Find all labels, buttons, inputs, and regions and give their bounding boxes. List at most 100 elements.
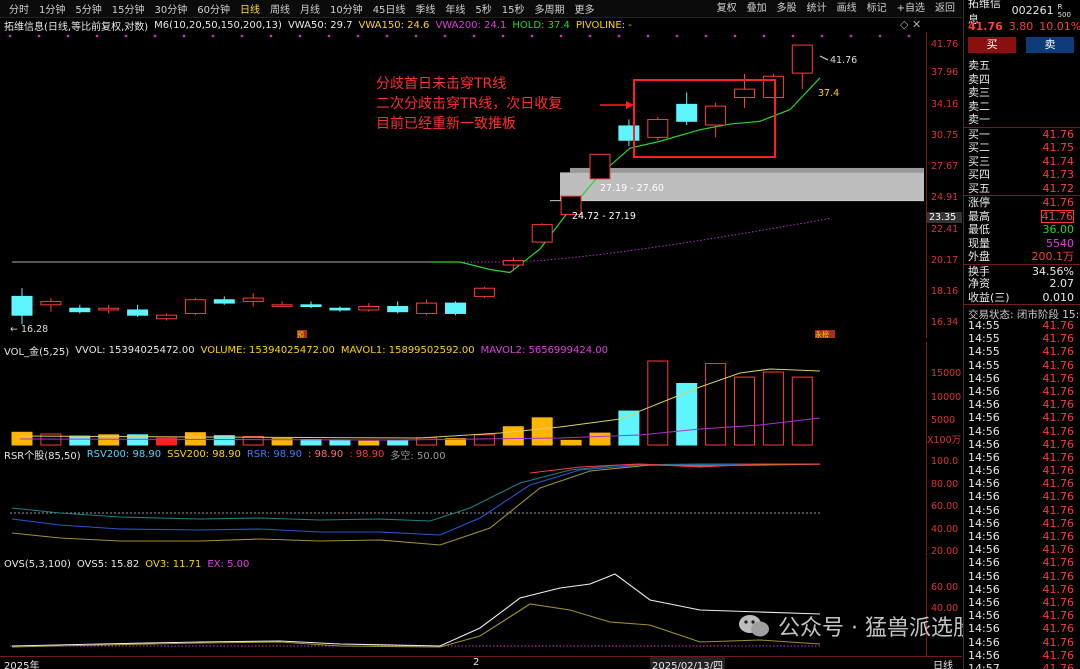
rsr-tick-label: 40.00 — [931, 523, 959, 535]
tool-button[interactable]: 统计 — [802, 0, 832, 18]
ask-row[interactable]: 卖三 — [964, 86, 1080, 100]
quote-panel: 拓维信息 002261 R 500 41.76 3.80 10.01% 买 卖 … — [963, 0, 1080, 669]
candle — [589, 153, 611, 180]
ask-row[interactable]: 卖二 — [964, 100, 1080, 114]
sell-button[interactable]: 卖 — [1026, 37, 1074, 53]
bid-price: 41.73 — [1042, 168, 1075, 181]
tick-price: 41.76 — [1042, 411, 1075, 425]
stat-row: 涨停 41.76 — [964, 196, 1080, 210]
signal-dot — [37, 34, 41, 38]
period-tab[interactable]: 周线 — [265, 1, 295, 16]
tick-row: 14:56 41.76 — [964, 425, 1080, 438]
watermark: 公众号 · 猛兽派选股 — [738, 610, 975, 642]
tick-time: 14:56 — [968, 648, 1000, 662]
ask-row[interactable]: 卖四 — [964, 73, 1080, 87]
signal-dot — [443, 34, 447, 38]
mavol2-label: MAVOL2: 5656999424.00 — [480, 344, 609, 356]
hold-label: HOLD: 37.4 — [512, 19, 570, 31]
tool-button[interactable]: 叠加 — [742, 0, 772, 18]
bid-row[interactable]: 买五 41.72 — [964, 182, 1080, 196]
candle — [40, 298, 62, 312]
period-tab[interactable]: 60分钟 — [192, 1, 235, 16]
ask-row[interactable]: 卖一 — [964, 113, 1080, 127]
signal-dot — [501, 34, 505, 38]
vol-name: VOL_金(5,25) — [4, 346, 70, 358]
tick-time: 14:56 — [968, 384, 1000, 398]
ask-row[interactable]: 卖五 — [964, 59, 1080, 73]
ssv200-label: SSV200: 98.90 — [167, 448, 241, 460]
volume-bar — [791, 376, 813, 446]
period-tab[interactable]: 季线 — [410, 1, 440, 16]
period-tab[interactable]: 分时 — [4, 1, 34, 16]
stat-label: 最低 — [968, 223, 990, 236]
candle — [705, 102, 727, 138]
tick-list[interactable]: 14:55 41.76 14:55 41.76 14:55 41.76 14:55 41.76… — [964, 319, 1080, 669]
tool-button[interactable]: +自选 — [892, 0, 930, 18]
tool-button[interactable]: 画线 — [832, 0, 862, 18]
period-tab[interactable]: 15分钟 — [107, 1, 150, 16]
tick-row: 14:56 41.76 — [964, 464, 1080, 477]
tool-button[interactable]: 标记 — [862, 0, 892, 18]
tick-row: 14:55 41.76 — [964, 359, 1080, 372]
volume-bar — [502, 426, 524, 446]
tick-row: 14:56 41.76 — [964, 517, 1080, 530]
price-tick-label: 34.16 — [931, 98, 959, 110]
stat-row: 换手 34.56% — [964, 263, 1080, 277]
bid-row[interactable]: 买四 41.73 — [964, 168, 1080, 182]
candle — [271, 301, 293, 307]
tick-row: 14:56 41.76 — [964, 372, 1080, 385]
volume-bar — [618, 410, 640, 446]
bid-row[interactable]: 买三 41.74 — [964, 155, 1080, 169]
period-tab[interactable]: 5分钟 — [70, 1, 106, 16]
ovs-name: OVS(5,3,100) — [4, 558, 71, 570]
zone-upper-label: 27.19 - 27.60 — [600, 183, 664, 194]
chart-controls[interactable]: ◇ ✕ — [900, 18, 921, 31]
ask-label: 卖四 — [968, 72, 990, 86]
period-tab[interactable]: 更多 — [570, 1, 600, 16]
tool-button[interactable]: 复权 — [712, 0, 742, 18]
period-tab[interactable]: 5秒 — [470, 1, 496, 16]
candle — [791, 44, 813, 90]
tick-price: 41.76 — [1042, 424, 1075, 438]
bid-label: 买五 — [968, 181, 990, 195]
tick-time: 14:56 — [968, 609, 1000, 623]
rsr-chart[interactable] — [0, 461, 925, 556]
period-tab[interactable]: 45日线 — [368, 1, 411, 16]
period-tab[interactable]: 多周期 — [530, 1, 570, 16]
trade-status: 交易状态: 闭市阶段 15:00 — [964, 304, 1080, 319]
rsr-name: RSR个股(85,50) — [4, 450, 81, 462]
tool-button[interactable]: 多股 — [772, 0, 802, 18]
tick-price: 41.76 — [1042, 437, 1075, 451]
bid-row[interactable]: 买二 41.75 — [964, 141, 1080, 155]
candle — [416, 299, 438, 316]
ma-long-line — [12, 217, 832, 263]
tool-button[interactable]: 返回 — [930, 0, 960, 18]
bid-row[interactable]: 买一 41.76 — [964, 128, 1080, 142]
volume-chart[interactable] — [0, 357, 925, 447]
period-tab[interactable]: 1分钟 — [34, 1, 70, 16]
tick-time: 14:55 — [968, 345, 1000, 359]
tick-time: 14:56 — [968, 530, 1000, 543]
period-mode[interactable]: 日线 — [933, 657, 953, 669]
period-tab[interactable]: 日线 — [235, 1, 265, 16]
period-tab[interactable]: 月线 — [295, 1, 325, 16]
tick-price: 41.76 — [1042, 661, 1075, 669]
hold-price-label: 37.4 — [818, 88, 839, 99]
signal-dot — [820, 34, 824, 38]
rsr-tick-label: 80.00 — [931, 478, 959, 490]
period-tab[interactable]: 10分钟 — [325, 1, 368, 16]
rsr-tick-label: 100.0 — [931, 456, 959, 467]
stat-row: 净资 2.07 — [964, 277, 1080, 291]
volume-unit: X100万 — [927, 435, 962, 446]
tick-price: 41.76 — [1042, 319, 1075, 332]
ex-label: EX: 5.00 — [207, 558, 250, 570]
period-tab[interactable]: 15秒 — [497, 1, 530, 16]
period-tab[interactable]: 30分钟 — [149, 1, 192, 16]
event-badge-label: 預 — [297, 330, 304, 338]
stat-row: 收益(三) 0.010 — [964, 291, 1080, 305]
buy-button[interactable]: 买 — [968, 37, 1016, 53]
volume-bar — [416, 437, 438, 446]
volume-bar — [329, 439, 351, 446]
period-tab[interactable]: 年线 — [440, 1, 470, 16]
tick-time: 14:55 — [968, 358, 1000, 372]
